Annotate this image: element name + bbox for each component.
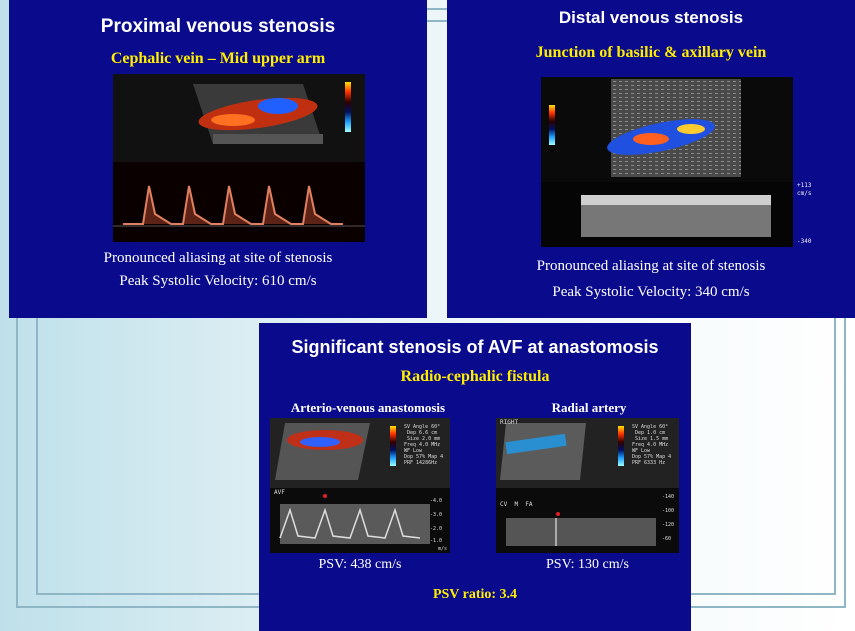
radial-artery-ultrasound-image: RIGHT SV Angle 60° Dep 1.0 cm Size 1.5 m…: [496, 418, 679, 553]
right-psv-label: PSV: 130 cm/s: [546, 557, 629, 572]
slide-distal-stenosis: Distal venous stenosis Junction of basil…: [447, 0, 855, 318]
right-tick-4: -60: [662, 536, 672, 542]
left-tick-4: -1.0: [430, 538, 443, 544]
slide-title: Significant stenosis of AVF at anastomos…: [291, 337, 659, 357]
right-tick-3: -120: [662, 522, 675, 528]
left-psv-label: PSV: 438 cm/s: [318, 557, 402, 572]
slide-caption-psv: Peak Systolic Velocity: 610 cm/s: [119, 273, 317, 289]
anastomosis-ultrasound-image: SV Angle 60° Dep 6.6 cm Size 2.0 mm Freq…: [270, 418, 450, 553]
slide-caption-aliasing: Pronounced aliasing at site of stenosis: [103, 250, 333, 266]
doppler-ultrasound-image: [113, 74, 365, 242]
slide-subtitle: Junction of basilic & axillary vein: [535, 44, 767, 61]
right-tick-1: -140: [662, 494, 675, 500]
left-tick-unit: m/s: [438, 546, 448, 552]
slide-avf-stenosis: Significant stenosis of AVF at anastomos…: [259, 323, 691, 631]
right-probe-label: RIGHT: [500, 419, 519, 426]
slide-title: Proximal venous stenosis: [100, 16, 336, 37]
left-mode-label: AVF: [274, 489, 285, 496]
left-tick-1: -4.0: [430, 498, 443, 504]
slide-subtitle: Radio-cephalic fistula: [400, 368, 550, 385]
right-mode-label: CV M FA: [500, 501, 533, 508]
right-settings-text: SV Angle 60° Dep 1.0 cm Size 1.5 mm Freq…: [632, 424, 672, 466]
slide-caption-psv: Peak Systolic Velocity: 340 cm/s: [552, 284, 750, 300]
slide-title: Distal venous stenosis: [558, 8, 744, 27]
left-panel-label: Arterio-venous anastomosis: [290, 400, 446, 415]
slide-subtitle: Cephalic vein – Mid upper arm: [110, 50, 326, 67]
scale-top-label: +113: [797, 182, 812, 189]
left-tick-2: -3.0: [430, 512, 443, 518]
scale-bottom-label: -340: [797, 238, 812, 245]
scale-unit-label: cm/s: [797, 190, 812, 197]
slide-proximal-stenosis: Proximal venous stenosis Cephalic vein –…: [9, 0, 427, 318]
right-tick-2: -100: [662, 508, 675, 514]
right-panel-label: Radial artery: [551, 400, 627, 415]
left-tick-3: -2.0: [430, 526, 443, 532]
doppler-ultrasound-image: [541, 77, 793, 247]
slide-caption-aliasing: Pronounced aliasing at site of stenosis: [536, 258, 766, 274]
psv-ratio-label: PSV ratio: 3.4: [432, 587, 518, 602]
left-settings-text: SV Angle 60° Dep 6.6 cm Size 2.0 mm Freq…: [404, 424, 444, 466]
